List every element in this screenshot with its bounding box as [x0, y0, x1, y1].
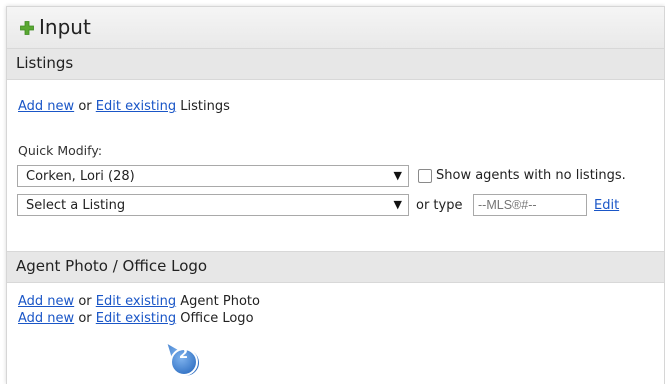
show-agents-checkbox[interactable]	[418, 169, 432, 183]
agent-photo-suffix-text: Agent Photo	[180, 294, 260, 309]
add-new-agent-photo-link[interactable]: Add new	[18, 294, 74, 309]
quick-modify-label: Quick Modify:	[18, 143, 103, 158]
listings-actions-line: Add new or Edit existing Listings	[18, 99, 230, 114]
page-title: Input	[39, 15, 91, 39]
listing-select-value: Select a Listing	[26, 198, 126, 213]
edit-existing-listing-link[interactable]: Edit existing	[96, 99, 176, 114]
show-agents-label: Show agents with no listings.	[436, 168, 626, 183]
edit-existing-office-logo-link[interactable]: Edit existing	[96, 311, 176, 326]
or-text: or	[78, 99, 92, 114]
office-logo-actions-line: Add new or Edit existing Office Logo	[18, 311, 254, 326]
photo-logo-heading: Agent Photo / Office Logo	[16, 257, 208, 275]
office-logo-suffix-text: Office Logo	[180, 311, 254, 326]
dropdown-arrow-icon: ▼	[393, 169, 402, 182]
add-new-listing-link[interactable]: Add new	[18, 99, 74, 114]
listings-section-header: Listings	[7, 48, 664, 80]
mls-number-input[interactable]	[473, 194, 587, 216]
input-panel: Input Listings Add new or Edit existing …	[6, 6, 665, 384]
plus-icon	[20, 21, 34, 35]
agent-select[interactable]: Corken, Lori (28) ▼	[17, 165, 409, 187]
or-text: or	[78, 311, 92, 326]
listings-suffix-text: Listings	[180, 99, 230, 114]
or-text: or	[78, 294, 92, 309]
edit-mls-link[interactable]: Edit	[594, 198, 619, 213]
listings-heading: Listings	[16, 54, 74, 72]
agent-select-value: Corken, Lori (28)	[26, 169, 135, 184]
dropdown-arrow-icon: ▼	[393, 198, 402, 211]
edit-existing-agent-photo-link[interactable]: Edit existing	[96, 294, 176, 309]
add-new-office-logo-link[interactable]: Add new	[18, 311, 74, 326]
agent-photo-actions-line: Add new or Edit existing Agent Photo	[18, 294, 260, 309]
step-callout-number: 2	[179, 347, 189, 362]
photo-logo-section-header: Agent Photo / Office Logo	[7, 251, 664, 283]
panel-title-bar: Input	[7, 7, 664, 49]
or-type-label: or type	[416, 198, 463, 213]
listing-select[interactable]: Select a Listing ▼	[17, 194, 409, 216]
